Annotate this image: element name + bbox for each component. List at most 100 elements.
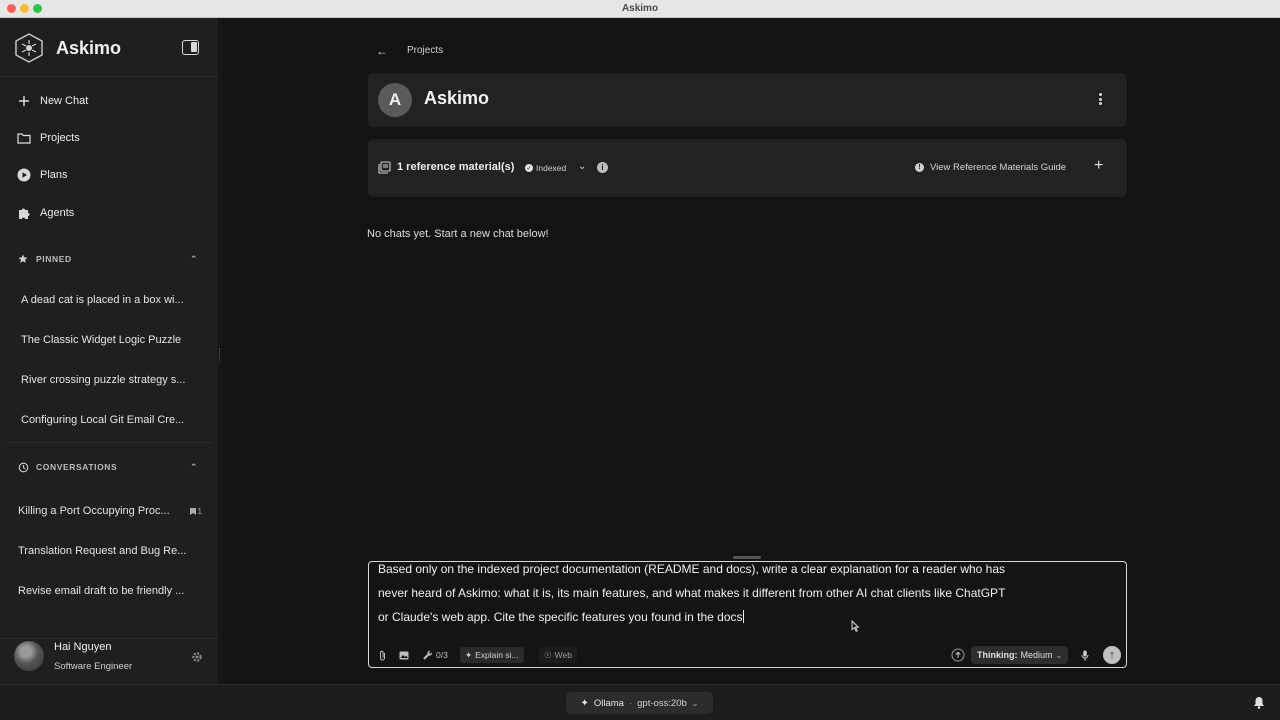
window-titlebar: Askimo <box>0 0 1280 18</box>
image-icon[interactable] <box>399 647 409 663</box>
view-guide-link[interactable]: ! View Reference Materials Guide <box>915 162 1066 173</box>
chat-input-line: never heard of Askimo: what it is, its m… <box>378 586 1006 600</box>
pinned-item[interactable]: Configuring Local Git Email Cre... <box>8 406 208 434</box>
indexed-status-badge: ✓ Indexed <box>525 163 566 173</box>
brand-name: Askimo <box>56 37 122 58</box>
conversations-section-header[interactable]: CONVERSATIONS ⌃ <box>18 460 198 474</box>
send-button[interactable]: ↑ <box>1103 646 1121 664</box>
microphone-icon[interactable] <box>1081 647 1089 663</box>
play-circle-icon <box>16 167 32 183</box>
history-icon <box>18 461 30 473</box>
sidebar-item-projects[interactable]: Projects <box>16 127 80 149</box>
view-guide-label: View Reference Materials Guide <box>930 162 1067 173</box>
conversation-title: Revise email draft to be friendly ... <box>18 585 185 597</box>
avatar <box>14 641 44 671</box>
pinned-item[interactable]: The Classic Widget Logic Puzzle <box>8 326 208 354</box>
text-caret <box>742 610 744 623</box>
chevron-up-icon[interactable]: ⌃ <box>190 254 198 265</box>
info-icon: ! <box>915 163 924 172</box>
sidebar-item-label: Plans <box>40 169 68 181</box>
window-title: Askimo <box>621 3 659 14</box>
breadcrumb[interactable]: Projects <box>407 45 443 56</box>
bookmark-icon <box>189 507 196 515</box>
sparkle-icon: ✦ <box>465 649 473 660</box>
brand: Askimo <box>14 31 121 65</box>
tools-count: 0/3 <box>436 650 448 660</box>
user-name: Hai Nguyen <box>54 641 112 653</box>
library-icon <box>378 161 391 174</box>
message-count: 1 <box>197 506 202 516</box>
tools-button[interactable]: 0/3 <box>423 647 448 663</box>
chevron-down-icon: ⌄ <box>691 698 699 708</box>
info-icon[interactable]: i <box>597 162 608 173</box>
empty-state-message: No chats yet. Start a new chat below! <box>367 228 549 240</box>
thinking-value: Medium <box>1020 650 1053 660</box>
bell-icon[interactable] <box>1253 696 1265 709</box>
section-title: PINNED <box>36 254 72 264</box>
indexed-status-text: Indexed <box>536 163 567 173</box>
globe-icon: ☉ <box>544 649 552 660</box>
askimo-logo-icon <box>15 33 43 63</box>
sidebar-item-new-chat[interactable]: New Chat <box>16 90 88 112</box>
puzzle-icon <box>16 205 32 221</box>
model-selector[interactable]: ✦ Ollama · gpt-oss:20b ⌄ <box>566 692 713 714</box>
sidebar-item-label: New Chat <box>40 95 89 107</box>
sidebar-divider <box>0 76 218 77</box>
pinned-section-header[interactable]: PINNED ⌃ <box>18 252 198 266</box>
composer-resize-handle[interactable] <box>733 556 761 559</box>
conversation-item[interactable]: Killing a Port Occupying Proc... 1 <box>6 497 206 525</box>
back-arrow-icon[interactable]: ← <box>376 44 388 58</box>
project-title: Askimo <box>424 88 490 108</box>
chat-input-line: or Claude's web app. Cite the specific f… <box>378 610 743 624</box>
user-role: Software Engineer <box>54 661 133 672</box>
project-header-card: A Askimo <box>368 73 1127 127</box>
project-avatar: A <box>378 83 412 117</box>
wrench-icon <box>423 650 433 660</box>
chat-input-line: Based only on the indexed project docume… <box>378 562 1006 576</box>
check-circle-icon: ✓ <box>525 164 533 172</box>
upload-icon[interactable] <box>951 647 965 663</box>
status-bar: ✦ Ollama · gpt-oss:20b ⌄ <box>0 684 1280 720</box>
message-count-badge: 1 <box>189 506 202 516</box>
model-name: gpt-oss:20b <box>637 697 687 709</box>
folder-icon <box>16 130 32 146</box>
plus-icon <box>16 93 32 109</box>
reference-count-label[interactable]: 1 reference material(s) <box>397 161 514 173</box>
web-search-chip[interactable]: ☉ Web <box>539 647 577 663</box>
provider-name: Ollama <box>593 697 624 709</box>
reference-materials-card: 1 reference material(s) ✓ Indexed ⌄ i ! … <box>368 139 1127 197</box>
section-title: CONVERSATIONS <box>36 462 118 472</box>
mode-chip[interactable]: ✦ Explain si... <box>460 647 524 663</box>
composer-toolbar: 0/3 ✦ Explain si... ☉ Web Thinking: Medi… <box>369 645 1126 665</box>
mode-chip-label: Explain si... <box>475 650 519 660</box>
add-reference-button[interactable]: + <box>1094 157 1103 175</box>
mouse-cursor-icon <box>851 619 860 635</box>
sidebar-divider <box>6 442 212 443</box>
chevron-down-icon: ⌄ <box>1055 650 1063 660</box>
thinking-label: Thinking: <box>977 650 1018 660</box>
user-profile[interactable]: Hai Nguyen Software Engineer <box>0 638 218 684</box>
sidebar-item-agents[interactable]: Agents <box>16 202 74 224</box>
chat-input[interactable]: Based only on the indexed project docume… <box>368 561 1127 668</box>
chevron-up-icon[interactable]: ⌃ <box>190 462 198 473</box>
pinned-item[interactable]: A dead cat is placed in a box wi... <box>8 286 208 314</box>
toggle-sidebar-icon[interactable] <box>182 40 199 55</box>
thinking-level-select[interactable]: Thinking: Medium ⌄ <box>971 646 1069 664</box>
conversation-item[interactable]: Revise email draft to be friendly ... <box>6 577 206 605</box>
sidebar: Askimo New Chat Projects Plans Agents PI… <box>0 18 218 684</box>
star-icon <box>18 253 30 265</box>
web-chip-label: Web <box>554 650 572 660</box>
more-options-icon[interactable] <box>1095 91 1105 107</box>
conversation-title: Translation Request and Bug Re... <box>18 545 187 557</box>
pinned-item[interactable]: River crossing puzzle strategy s... <box>8 366 208 394</box>
sidebar-item-plans[interactable]: Plans <box>16 164 68 186</box>
attach-icon[interactable] <box>378 647 387 663</box>
separator: · <box>628 697 633 709</box>
sparkle-icon: ✦ <box>580 697 589 709</box>
conversation-title: Killing a Port Occupying Proc... <box>18 505 170 517</box>
conversation-item[interactable]: Translation Request and Bug Re... <box>6 537 206 565</box>
chat-input-text[interactable]: Based only on the indexed project docume… <box>378 562 1116 629</box>
gear-icon[interactable] <box>191 651 203 663</box>
chevron-down-icon[interactable]: ⌄ <box>578 161 586 172</box>
sidebar-item-label: Agents <box>40 207 75 219</box>
